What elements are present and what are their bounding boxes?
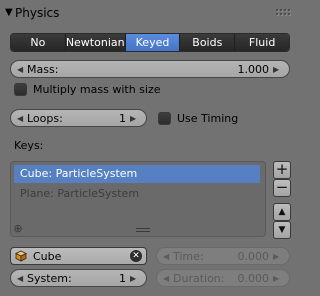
cube-icon [15,250,27,262]
loops-value: 1 [119,111,126,125]
tab-newtonian[interactable]: Newtonian [65,34,126,51]
multiply-mass-label: Multiply mass with size [33,83,161,96]
object-selector[interactable]: Cube ✕ [10,247,147,265]
mass-field[interactable]: ◀ Mass: 1.000 ▶ [10,60,290,78]
duration-field[interactable]: ◀ Duration: 0.000 ▶ [156,269,290,287]
time-value: 0.000 [237,249,270,263]
time-field[interactable]: ◀ Time: 0.000 ▶ [156,247,290,265]
increment-arrow-icon[interactable]: ▶ [273,65,283,74]
system-value: 1 [119,271,126,285]
multiply-mass-checkbox[interactable] [14,83,27,96]
loops-label: Loops: [27,111,63,125]
move-down-button[interactable]: ▼ [273,221,291,239]
decrement-arrow-icon[interactable]: ◀ [163,252,173,261]
time-label: Time: [173,249,204,263]
list-filter-icon[interactable]: ⊕ [12,223,24,235]
loops-field[interactable]: ◀ Loops: 1 ▶ [10,109,147,127]
mass-value: 1.000 [237,62,270,76]
list-resize-grip-icon[interactable] [136,228,150,232]
increment-arrow-icon[interactable]: ▶ [273,252,283,261]
tab-boids[interactable]: Boids [180,34,236,51]
move-up-button[interactable]: ▲ [273,203,291,221]
increment-arrow-icon[interactable]: ▶ [130,114,140,123]
collapse-triangle-icon[interactable]: ▼ [5,7,13,19]
system-label: System: [27,271,72,285]
decrement-arrow-icon[interactable]: ◀ [163,274,173,283]
tab-keyed[interactable]: Keyed [125,34,181,51]
decrement-arrow-icon[interactable]: ◀ [17,65,27,74]
drag-handle-icon[interactable] [276,9,290,17]
use-timing-checkbox[interactable] [158,112,171,125]
add-key-button[interactable]: + [273,161,291,179]
increment-arrow-icon[interactable]: ▶ [273,274,283,283]
clear-object-icon[interactable]: ✕ [130,250,142,262]
panel-title: Physics [15,6,60,20]
duration-value: 0.000 [237,271,270,285]
list-item[interactable]: Plane: ParticleSystem [14,185,260,203]
use-timing-label: Use Timing [177,112,239,125]
system-field[interactable]: ◀ System: 1 ▶ [10,269,147,287]
keys-label: Keys: [14,139,44,152]
mass-label: Mass: [27,62,59,76]
object-name: Cube [33,249,62,263]
physics-type-selector: No Newtonian Keyed Boids Fluid [10,33,290,52]
list-item[interactable]: Cube: ParticleSystem [14,165,260,183]
decrement-arrow-icon[interactable]: ◀ [17,274,27,283]
remove-key-button[interactable]: − [273,179,291,197]
decrement-arrow-icon[interactable]: ◀ [17,114,27,123]
increment-arrow-icon[interactable]: ▶ [130,274,140,283]
duration-label: Duration: [173,271,225,285]
tab-fluid[interactable]: Fluid [235,34,289,51]
tab-no[interactable]: No [11,34,66,51]
physics-panel-header[interactable]: ▼ Physics [0,0,300,26]
